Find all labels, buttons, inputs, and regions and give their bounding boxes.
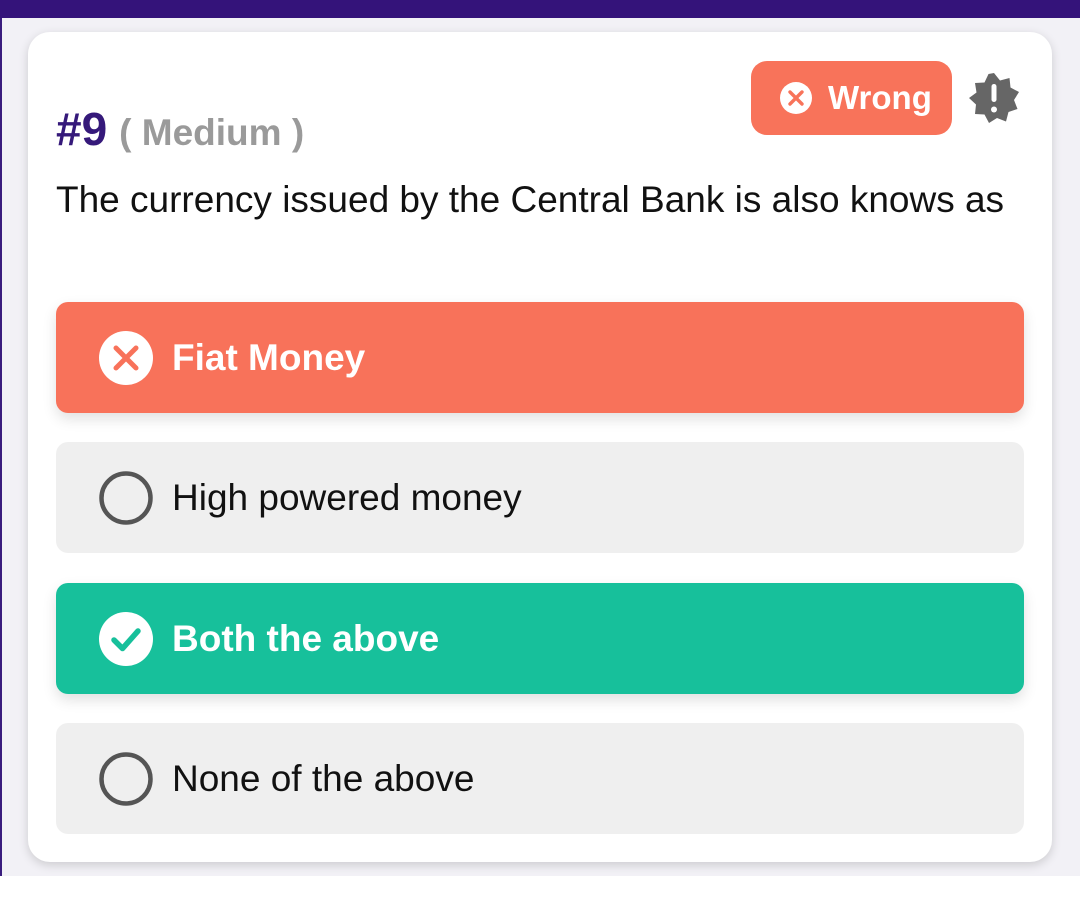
option-high-powered-money[interactable]: High powered money (56, 442, 1024, 553)
question-text: The currency issued by the Central Bank … (56, 179, 1005, 220)
result-badge: Wrong (751, 61, 952, 135)
x-circle-icon (99, 330, 153, 385)
radio-empty-icon (99, 751, 153, 806)
option-label: High powered money (172, 476, 522, 518)
question-difficulty: ( Medium ) (119, 112, 305, 153)
report-alert-icon[interactable] (968, 72, 1020, 124)
option-label: Both the above (172, 617, 440, 659)
top-app-bar (0, 0, 1080, 18)
option-fiat-money[interactable]: Fiat Money (56, 302, 1024, 413)
option-none-of-the-above[interactable]: None of the above (56, 723, 1024, 834)
option-label: None of the above (172, 757, 475, 799)
question-number: #9 (56, 103, 108, 155)
radio-empty-icon (99, 470, 153, 525)
question-card: #9 ( Medium ) Wrong The currency issued … (28, 32, 1052, 862)
x-circle-icon (780, 82, 812, 114)
result-label: Wrong (828, 79, 932, 116)
option-label: Fiat Money (172, 336, 366, 378)
option-both-the-above[interactable]: Both the above (56, 583, 1024, 694)
question-header: #9 ( Medium ) (56, 102, 304, 162)
check-circle-icon (99, 611, 153, 666)
